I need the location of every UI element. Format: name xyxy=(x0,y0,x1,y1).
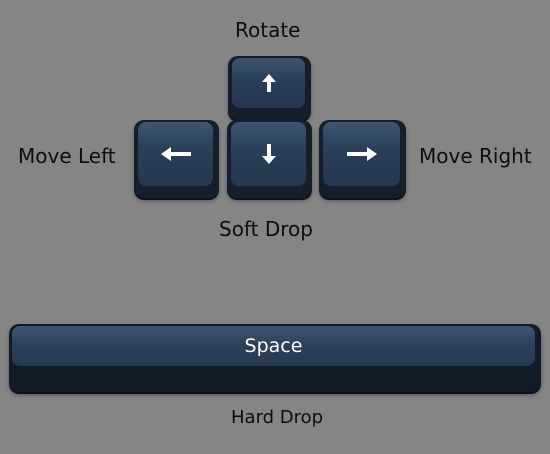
arrow-down-icon xyxy=(261,144,276,164)
space-key-label: Space xyxy=(244,334,303,357)
arrow-up-icon xyxy=(261,74,276,92)
hard-drop-label: Hard Drop xyxy=(231,407,324,428)
right-arrow-key[interactable] xyxy=(319,120,406,198)
arrow-right-icon xyxy=(346,147,377,161)
up-arrow-key[interactable] xyxy=(228,56,311,120)
arrow-left-icon xyxy=(160,147,191,161)
move-left-label: Move Left xyxy=(18,144,116,168)
left-arrow-key[interactable] xyxy=(134,120,219,198)
rotate-label: Rotate xyxy=(235,18,301,42)
move-right-label: Move Right xyxy=(419,144,532,168)
soft-drop-label: Soft Drop xyxy=(219,217,313,241)
space-key[interactable]: Space xyxy=(9,324,541,392)
down-arrow-key[interactable] xyxy=(227,120,312,198)
